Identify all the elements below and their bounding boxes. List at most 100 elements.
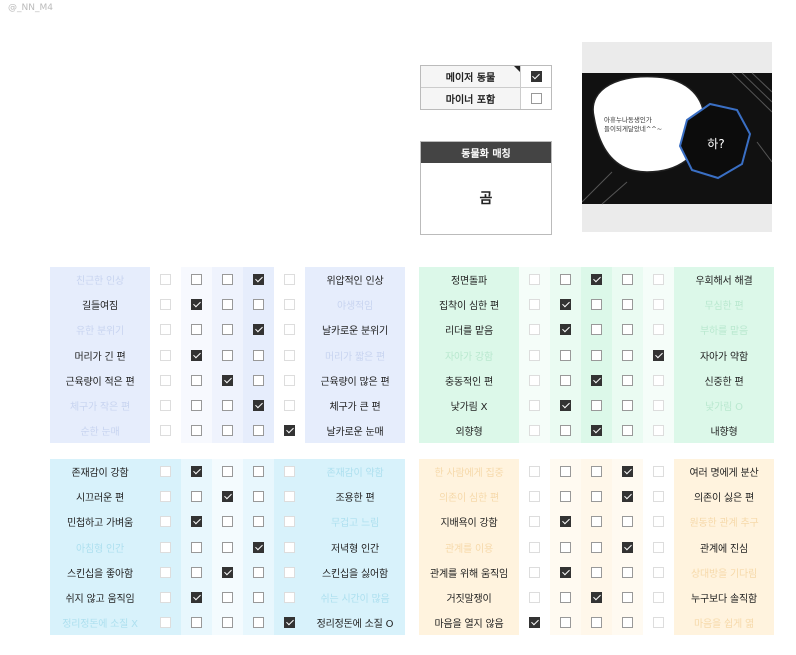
scale-checkbox[interactable] (529, 374, 540, 386)
scale-checkbox[interactable] (622, 299, 633, 311)
scale-checkbox[interactable] (253, 274, 264, 286)
scale-checkbox[interactable] (253, 566, 264, 578)
scale-checkbox[interactable] (622, 374, 633, 386)
scale-checkbox[interactable] (591, 400, 602, 412)
scale-checkbox[interactable] (284, 374, 295, 386)
scale-checkbox[interactable] (591, 566, 602, 578)
minor-include-checkbox[interactable] (530, 93, 542, 104)
scale-checkbox[interactable] (222, 466, 233, 478)
scale-checkbox[interactable] (560, 299, 571, 311)
scale-checkbox[interactable] (653, 400, 664, 412)
scale-checkbox[interactable] (160, 516, 171, 528)
scale-checkbox[interactable] (560, 592, 571, 604)
scale-checkbox[interactable] (560, 324, 571, 336)
scale-checkbox[interactable] (529, 617, 540, 629)
scale-checkbox[interactable] (253, 466, 264, 478)
scale-checkbox[interactable] (560, 374, 571, 386)
scale-checkbox[interactable] (653, 349, 664, 361)
scale-checkbox[interactable] (160, 274, 171, 286)
scale-checkbox[interactable] (222, 374, 233, 386)
scale-checkbox[interactable] (560, 566, 571, 578)
scale-checkbox[interactable] (529, 491, 540, 503)
scale-checkbox[interactable] (529, 324, 540, 336)
scale-checkbox[interactable] (591, 491, 602, 503)
scale-checkbox[interactable] (253, 516, 264, 528)
scale-checkbox[interactable] (160, 541, 171, 553)
scale-checkbox[interactable] (160, 425, 171, 437)
scale-checkbox[interactable] (560, 491, 571, 503)
scale-checkbox[interactable] (622, 617, 633, 629)
scale-checkbox[interactable] (160, 400, 171, 412)
scale-checkbox[interactable] (284, 324, 295, 336)
scale-checkbox[interactable] (191, 425, 202, 437)
scale-checkbox[interactable] (591, 324, 602, 336)
scale-checkbox[interactable] (191, 466, 202, 478)
scale-checkbox[interactable] (160, 299, 171, 311)
scale-checkbox[interactable] (191, 516, 202, 528)
scale-checkbox[interactable] (529, 274, 540, 286)
scale-checkbox[interactable] (560, 541, 571, 553)
scale-checkbox[interactable] (222, 541, 233, 553)
scale-checkbox[interactable] (222, 491, 233, 503)
scale-checkbox[interactable] (284, 491, 295, 503)
scale-checkbox[interactable] (622, 466, 633, 478)
scale-checkbox[interactable] (622, 491, 633, 503)
scale-checkbox[interactable] (529, 592, 540, 604)
scale-checkbox[interactable] (160, 349, 171, 361)
scale-checkbox[interactable] (591, 516, 602, 528)
scale-checkbox[interactable] (529, 516, 540, 528)
scale-checkbox[interactable] (653, 274, 664, 286)
scale-checkbox[interactable] (622, 425, 633, 437)
scale-checkbox[interactable] (284, 299, 295, 311)
scale-checkbox[interactable] (653, 592, 664, 604)
scale-checkbox[interactable] (653, 466, 664, 478)
scale-checkbox[interactable] (284, 425, 295, 437)
scale-checkbox[interactable] (284, 541, 295, 553)
scale-checkbox[interactable] (160, 566, 171, 578)
scale-checkbox[interactable] (653, 516, 664, 528)
scale-checkbox[interactable] (253, 491, 264, 503)
scale-checkbox[interactable] (529, 299, 540, 311)
scale-checkbox[interactable] (560, 617, 571, 629)
scale-checkbox[interactable] (622, 274, 633, 286)
scale-checkbox[interactable] (529, 566, 540, 578)
scale-checkbox[interactable] (622, 324, 633, 336)
scale-checkbox[interactable] (653, 299, 664, 311)
scale-checkbox[interactable] (253, 617, 264, 629)
scale-checkbox[interactable] (284, 592, 295, 604)
scale-checkbox[interactable] (160, 491, 171, 503)
scale-checkbox[interactable] (622, 592, 633, 604)
scale-checkbox[interactable] (191, 400, 202, 412)
scale-checkbox[interactable] (529, 541, 540, 553)
scale-checkbox[interactable] (191, 541, 202, 553)
scale-checkbox[interactable] (284, 400, 295, 412)
scale-checkbox[interactable] (284, 466, 295, 478)
scale-checkbox[interactable] (222, 299, 233, 311)
scale-checkbox[interactable] (160, 592, 171, 604)
scale-checkbox[interactable] (222, 349, 233, 361)
scale-checkbox[interactable] (222, 617, 233, 629)
scale-checkbox[interactable] (653, 425, 664, 437)
scale-checkbox[interactable] (622, 541, 633, 553)
scale-checkbox[interactable] (591, 466, 602, 478)
scale-checkbox[interactable] (653, 617, 664, 629)
scale-checkbox[interactable] (591, 617, 602, 629)
scale-checkbox[interactable] (591, 274, 602, 286)
scale-checkbox[interactable] (284, 516, 295, 528)
scale-checkbox[interactable] (222, 324, 233, 336)
scale-checkbox[interactable] (591, 299, 602, 311)
scale-checkbox[interactable] (622, 516, 633, 528)
scale-checkbox[interactable] (560, 425, 571, 437)
scale-checkbox[interactable] (253, 400, 264, 412)
scale-checkbox[interactable] (222, 425, 233, 437)
scale-checkbox[interactable] (622, 566, 633, 578)
scale-checkbox[interactable] (591, 541, 602, 553)
scale-checkbox[interactable] (191, 592, 202, 604)
scale-checkbox[interactable] (560, 349, 571, 361)
scale-checkbox[interactable] (560, 274, 571, 286)
scale-checkbox[interactable] (284, 274, 295, 286)
scale-checkbox[interactable] (160, 466, 171, 478)
scale-checkbox[interactable] (284, 617, 295, 629)
scale-checkbox[interactable] (622, 400, 633, 412)
scale-checkbox[interactable] (222, 592, 233, 604)
